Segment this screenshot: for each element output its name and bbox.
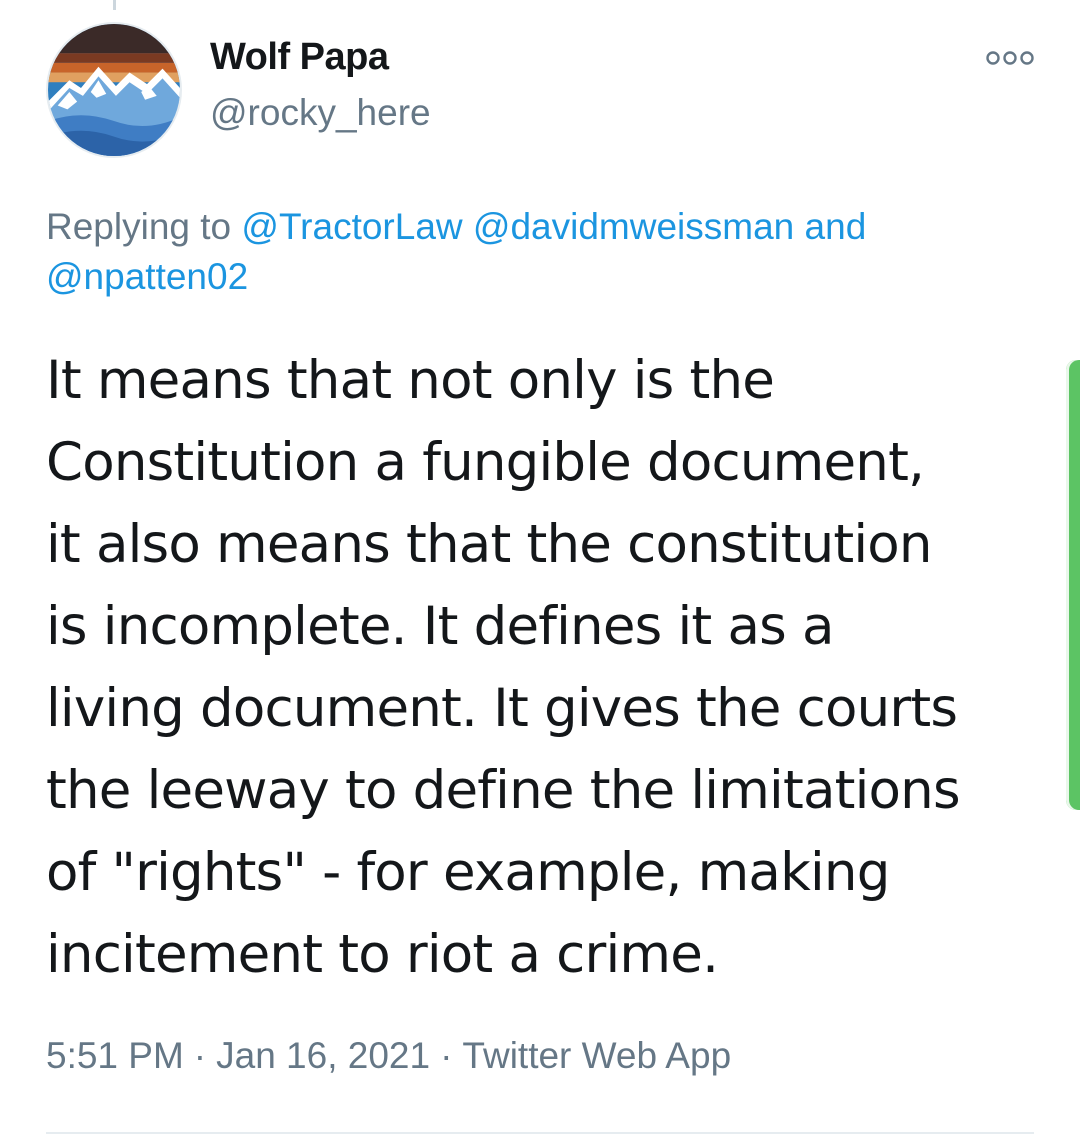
- replying-to-label: Replying to: [46, 206, 232, 247]
- more-options-icon: [986, 51, 1034, 65]
- tweet-source[interactable]: Twitter Web App: [462, 1035, 731, 1076]
- tweet-text: It means that not only is the Constituti…: [46, 340, 1046, 996]
- tweet-metadata: 5:51 PM · Jan 16, 2021 · Twitter Web App: [46, 1035, 731, 1077]
- tweet-text-line: It means that not only is the: [46, 350, 775, 411]
- author-display-name[interactable]: Wolf Papa: [210, 36, 389, 79]
- divider: [46, 1132, 1034, 1134]
- tweet-text-line: the leeway to define the limitations: [46, 760, 961, 821]
- mention-conjunction[interactable]: and: [805, 206, 867, 247]
- tweet-text-line: living document. It gives the courts: [46, 678, 958, 739]
- mention-link-tractorlaw[interactable]: @TractorLaw: [241, 206, 462, 247]
- meta-separator: ·: [440, 1035, 453, 1076]
- avatar[interactable]: [46, 22, 182, 158]
- more-options-button[interactable]: [984, 44, 1036, 72]
- tweet-text-line: it also means that the constitution: [46, 514, 932, 575]
- tweet-text-line: of "rights" - for example, making: [46, 842, 890, 903]
- tweet-date[interactable]: Jan 16, 2021: [216, 1035, 430, 1076]
- mention-link-davidmweissman[interactable]: @davidmweissman: [473, 206, 794, 247]
- mountain-avatar-icon: [48, 24, 180, 156]
- tweet-time[interactable]: 5:51 PM: [46, 1035, 184, 1076]
- tweet-text-line: incitement to riot a crime.: [46, 924, 719, 985]
- meta-separator: ·: [193, 1035, 207, 1076]
- tweet-text-line: is incomplete. It defines it as a: [46, 596, 834, 657]
- scroll-indicator[interactable]: [1066, 360, 1080, 810]
- thread-connector-line: [113, 0, 116, 10]
- replying-to-line: Replying to @TractorLaw @davidmweissman …: [46, 202, 1036, 302]
- tweet-text-line: Constitution a fungible document,: [46, 432, 925, 493]
- author-handle[interactable]: @rocky_here: [210, 92, 431, 134]
- mention-link-npatten02[interactable]: @npatten02: [46, 256, 248, 297]
